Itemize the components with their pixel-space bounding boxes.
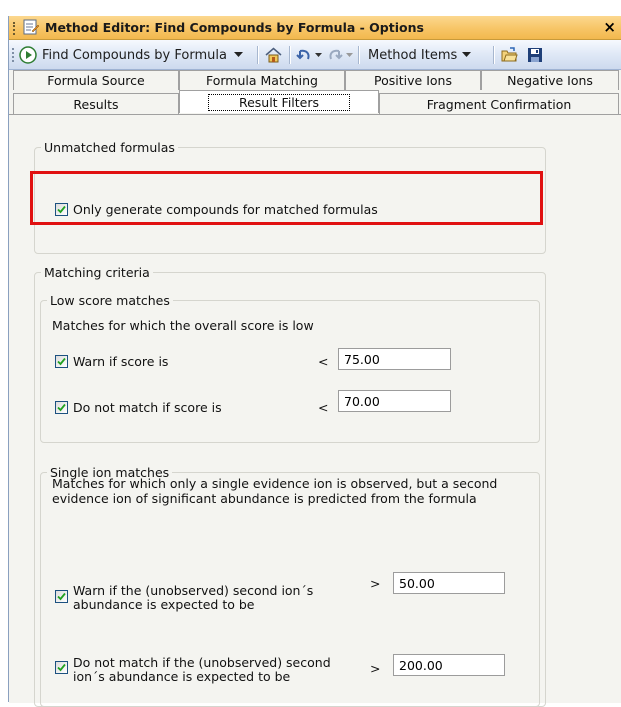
method-items-label: Method Items (368, 47, 458, 63)
chevron-down-icon (462, 52, 472, 57)
home-button[interactable] (265, 45, 282, 65)
toolbar-separator (358, 46, 360, 64)
toolbar-grip (12, 48, 14, 62)
warn-score-checkbox[interactable] (55, 355, 68, 368)
checkmark-icon (57, 403, 66, 412)
chevron-down-icon (346, 52, 353, 57)
nomatch-score-operator: < (318, 400, 329, 415)
method-items-dropdown[interactable]: Method Items (368, 45, 472, 65)
tab-negative-ions[interactable]: Negative Ions (481, 70, 619, 90)
low-score-description: Matches for which the overall score is l… (52, 318, 314, 333)
nomatch-score-input[interactable] (338, 390, 451, 412)
toolbar: Find Compounds by Formula Method Items (9, 40, 621, 70)
chevron-down-icon (233, 52, 243, 57)
window-title: Method Editor: Find Compounds by Formula… (45, 20, 424, 35)
tab-label: Results (73, 96, 119, 112)
tab-label: Fragment Confirmation (426, 96, 572, 112)
tab-label: Formula Source (47, 73, 145, 88)
nomatch-score-label: Do not match if score is (73, 400, 222, 415)
redo-button[interactable] (327, 45, 353, 65)
tab-formula-matching[interactable]: Formula Matching (179, 70, 345, 90)
group-legend: Unmatched formulas (44, 140, 175, 155)
tab-results[interactable]: Results (13, 93, 179, 114)
warn-score-input[interactable] (338, 348, 451, 370)
method-dropdown[interactable]: Find Compounds by Formula (19, 45, 243, 65)
checkmark-icon (57, 357, 66, 366)
toolbar-separator (493, 46, 495, 64)
edit-document-icon (23, 19, 39, 35)
title-bar: Method Editor: Find Compounds by Formula… (9, 16, 621, 40)
tab-label: Result Filters (207, 93, 351, 111)
nomatch-second-ion-input[interactable] (393, 654, 505, 676)
nomatch-score-checkbox[interactable] (55, 401, 68, 414)
nomatch-second-ion-label-2: ion´s abundance is expected to be (73, 669, 291, 684)
chevron-down-icon (315, 52, 322, 57)
tab-strip: Formula Source Formula Matching Positive… (9, 70, 621, 114)
home-icon (265, 47, 282, 63)
warn-second-ion-label-2: abundance is expected to be (73, 597, 255, 612)
warn-score-operator: < (318, 354, 329, 369)
nomatch-second-ion-checkbox[interactable] (55, 661, 68, 674)
tab-result-filters[interactable]: Result Filters (179, 90, 379, 113)
single-ion-description-1: Matches for which only a single evidence… (52, 476, 498, 491)
tab-formula-source[interactable]: Formula Source (13, 70, 179, 90)
tab-label: Negative Ions (507, 73, 593, 88)
save-icon (528, 48, 542, 62)
tab-label: Formula Matching (206, 73, 318, 88)
checkmark-icon (57, 592, 66, 601)
open-folder-icon (501, 47, 518, 62)
redo-icon (329, 49, 343, 60)
title-grip (13, 22, 17, 35)
save-button[interactable] (527, 45, 543, 65)
nomatch-second-ion-operator: > (370, 661, 381, 676)
warn-second-ion-label-1: Warn if the (unobserved) second ion´s (73, 583, 314, 598)
toolbar-separator (257, 46, 259, 64)
group-legend: Low score matches (50, 293, 170, 308)
group-legend: Matching criteria (44, 265, 150, 280)
warn-second-ion-operator: > (370, 576, 381, 591)
play-circle-icon (19, 46, 37, 64)
warn-score-label: Warn if score is (73, 354, 169, 369)
warn-second-ion-checkbox[interactable] (55, 590, 68, 603)
close-icon[interactable]: × (603, 18, 616, 36)
single-ion-description-2: evidence ion of significant abundance is… (52, 491, 477, 506)
method-label: Find Compounds by Formula (42, 47, 227, 63)
nomatch-second-ion-label-1: Do not match if the (unobserved) second (73, 655, 331, 670)
checkmark-icon (57, 663, 66, 672)
open-button[interactable] (501, 45, 518, 65)
tab-label: Positive Ions (374, 73, 452, 88)
tab-fragment-confirmation[interactable]: Fragment Confirmation (379, 93, 619, 114)
undo-icon (296, 49, 310, 60)
tab-positive-ions[interactable]: Positive Ions (345, 70, 481, 90)
undo-button[interactable] (296, 45, 322, 65)
highlight-box (30, 171, 543, 225)
warn-second-ion-input[interactable] (393, 572, 505, 594)
toolbar-separator (289, 46, 291, 64)
